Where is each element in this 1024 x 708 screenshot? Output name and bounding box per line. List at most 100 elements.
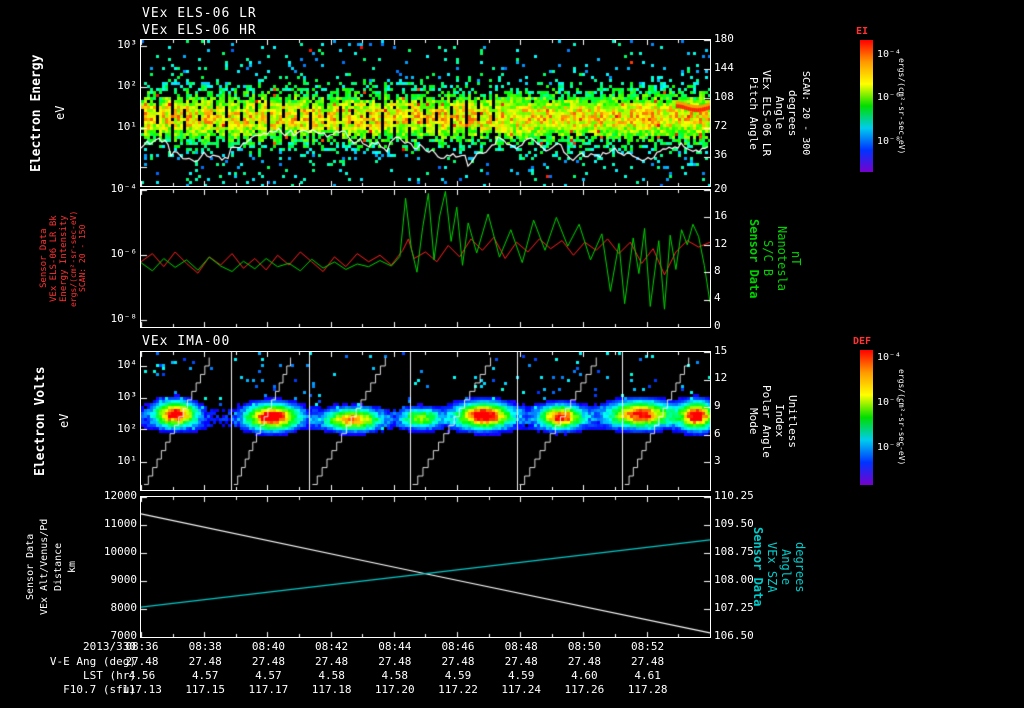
p2-left-tick: 10⁻⁸ <box>110 312 138 325</box>
p4-left-tick: 11000 <box>103 517 137 530</box>
p3-left-tick: 10¹ <box>117 454 137 467</box>
time-tick-label: 08:42 <box>315 640 349 653</box>
p4-right-title-1: VEx SZA <box>765 541 779 593</box>
p3-left-title-0: Electron Volts <box>33 366 48 476</box>
p3-right-title-2: Index <box>773 404 786 438</box>
p2-right-title-1: S/C B <box>761 240 775 277</box>
table-value: 4.59 <box>507 669 535 682</box>
ima-colorbar-tick: 10⁻⁸ <box>877 442 902 453</box>
table-value: 27.48 <box>125 655 159 668</box>
els-colorbar-tick: 10⁻⁶ <box>877 92 902 103</box>
time-tick-label: 08:40 <box>251 640 285 653</box>
p4-left-title-2: Distance <box>53 542 64 592</box>
p4-left-title-3: km <box>67 560 78 574</box>
ima-spectrogram-canvas <box>141 352 710 490</box>
table-value: 117.20 <box>374 683 415 696</box>
p1-left-title-0: Electron Energy <box>29 54 44 172</box>
ima-colorbar-tick: 10⁻⁴ <box>877 352 902 363</box>
ima-colorbar-tick: 10⁻⁶ <box>877 397 902 408</box>
p4-right-title-0: Sensor Data <box>751 527 765 607</box>
altitude-sza-line-canvas <box>141 497 710 637</box>
p1-right-title-1: VEx ELS-06 LR <box>760 69 773 157</box>
time-tick-label: 08:48 <box>504 640 538 653</box>
ima-colorbar-label: DEF <box>853 336 872 347</box>
ima-colorbar <box>860 350 873 485</box>
table-value: 117.18 <box>311 683 352 696</box>
p2-left-tick: 10⁻⁶ <box>110 247 138 260</box>
table-value: 4.57 <box>255 669 282 682</box>
p3-left-tick: 10⁴ <box>117 358 137 371</box>
table-value: 117.15 <box>185 683 226 696</box>
p3-right-title-0: Mode <box>747 407 760 435</box>
table-value: 27.48 <box>251 655 285 668</box>
plot-title-line1: VEx ELS-06 LR <box>142 6 257 21</box>
p4-left-tick: 8000 <box>110 601 138 614</box>
table-value: 4.59 <box>444 669 472 682</box>
table-value: 4.58 <box>381 669 409 682</box>
table-value: 4.58 <box>318 669 345 682</box>
els-colorbar-label: EI <box>856 26 869 37</box>
intensity-bfield-line-canvas <box>141 190 710 327</box>
p3-left-title-1: eV <box>57 413 71 429</box>
table-value: 117.26 <box>564 683 605 696</box>
p1-right-title-0: Pitch Angle <box>747 76 760 150</box>
p4-left-tick: 12000 <box>103 489 137 502</box>
table-value: 27.48 <box>567 655 601 668</box>
time-tick-label: 08:44 <box>378 640 412 653</box>
p1-left-tick: 10³ <box>117 38 137 51</box>
p4-left-tick: 9000 <box>110 573 138 586</box>
els-colorbar-tick: 10⁻⁴ <box>877 49 902 60</box>
table-value: 27.48 <box>315 655 349 668</box>
time-tick-label: 08:36 <box>125 640 159 653</box>
table-value: 117.13 <box>122 683 162 696</box>
table-value: 4.61 <box>634 669 661 682</box>
table-value: 27.48 <box>378 655 412 668</box>
table-row-label: LST (hr) <box>83 669 136 682</box>
table-value: 117.22 <box>438 683 478 696</box>
p4-left-title-0: Sensor Data <box>25 533 36 601</box>
els-colorbar <box>860 40 873 172</box>
plot-title-line2: VEx ELS-06 HR <box>142 23 257 38</box>
table-value: 4.57 <box>191 669 219 682</box>
p4-left-tick: 10000 <box>103 545 137 558</box>
els-colorbar-tick: 10⁻⁸ <box>877 136 902 147</box>
table-value: 27.48 <box>441 655 475 668</box>
vex-quicklook-plot: VEx ELS-06 LR VEx ELS-06 HR VEx IMA-00 E… <box>0 0 1024 708</box>
p2-right-title-0: Sensor Data <box>747 218 761 299</box>
p3-left-tick: 10² <box>117 422 137 435</box>
p3-right-title-1: Polar Angle <box>760 384 773 458</box>
p1-right-title-2: Angle <box>773 96 786 130</box>
p4-left-title-1: VEx Alt/Venus/Pd <box>39 518 50 616</box>
p3-right-title-3: Unitless <box>786 394 799 448</box>
time-tick-label: 08:52 <box>631 640 665 653</box>
table-value: 117.28 <box>627 683 668 696</box>
els-spectrogram-canvas <box>141 40 710 186</box>
p1-left-tick: 10¹ <box>117 120 137 133</box>
p2-right-title-2: Nanotesla <box>775 225 789 292</box>
p1-right-title-3: degrees <box>786 89 799 137</box>
panel3-title: VEx IMA-00 <box>142 334 231 349</box>
p2-left-title-1: VEx ELS-06 LR Bk <box>49 215 59 302</box>
p2-right-title-3: nT <box>789 251 803 266</box>
table-value: 27.48 <box>504 655 538 668</box>
p4-right-title-2: Angle <box>779 548 793 586</box>
table-value: 27.48 <box>188 655 222 668</box>
p1-left-title-1: eV <box>53 105 67 121</box>
p2-left-title-2: Energy Intensity <box>59 215 69 302</box>
table-value: 117.24 <box>501 683 542 696</box>
time-tick-label: 08:50 <box>567 640 601 653</box>
p2-left-title-4: SCAN: 20 - 150 <box>78 224 87 293</box>
time-tick-label: 08:46 <box>441 640 475 653</box>
p2-left-title-0: Sensor Data <box>39 228 49 289</box>
p3-left-tick: 10³ <box>117 390 137 403</box>
p1-left-tick: 10² <box>117 79 137 92</box>
p4-right-title-3: degrees <box>793 541 807 593</box>
time-tick-label: 08:38 <box>188 640 222 653</box>
p2-left-tick: 10⁻⁴ <box>110 182 138 195</box>
ima-colorbar-unit: ergs/(cm²-sr-sec-eV) <box>897 369 906 466</box>
table-value: 4.56 <box>128 669 156 682</box>
table-value: 117.17 <box>248 683 289 696</box>
table-row-label: F10.7 (sfu) <box>63 683 136 696</box>
table-value: 4.60 <box>571 669 598 682</box>
table-value: 27.48 <box>631 655 665 668</box>
